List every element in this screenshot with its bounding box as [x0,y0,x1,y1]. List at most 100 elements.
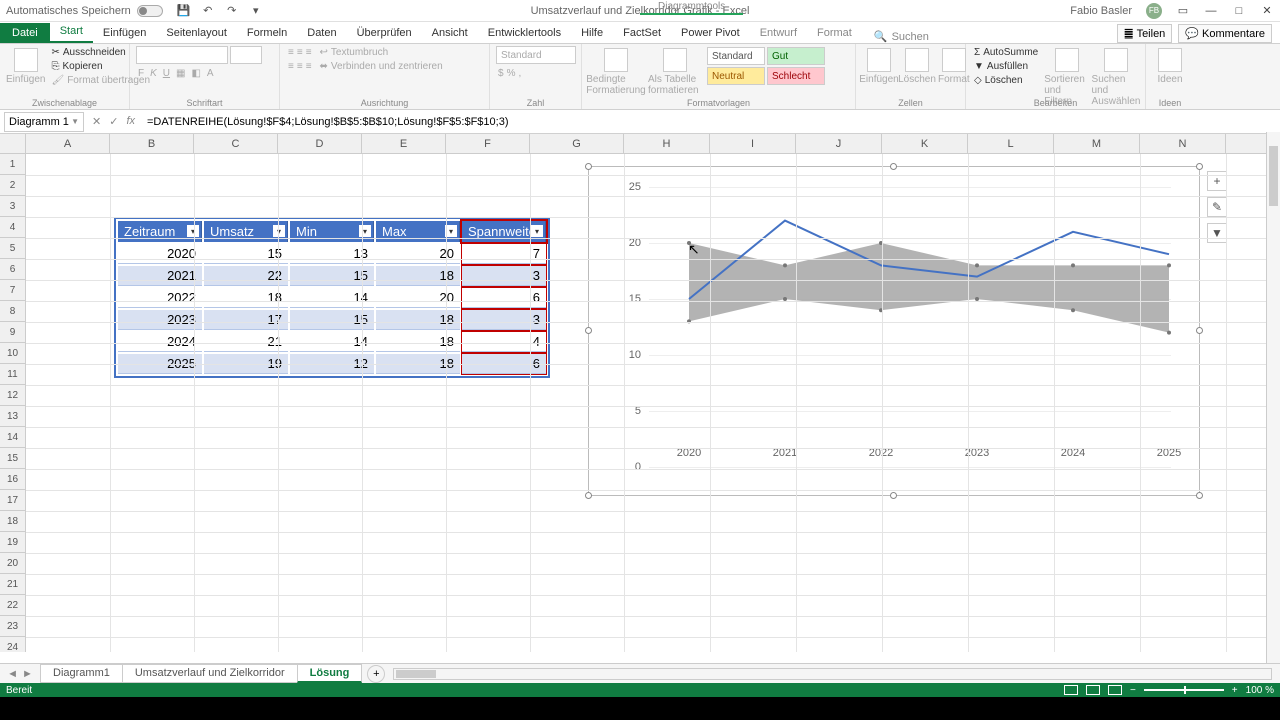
normal-view-button[interactable] [1064,685,1078,695]
page-layout-view-button[interactable] [1086,685,1100,695]
align-left-button[interactable]: ≡ [288,61,294,72]
clear-button[interactable]: ◇ Löschen [972,74,1040,87]
col-header-F[interactable]: F [446,134,530,153]
tab-format[interactable]: Format [807,23,862,43]
save-icon[interactable]: 💾 [177,4,191,18]
row-header-5[interactable]: 5 [0,238,26,259]
row-header-16[interactable]: 16 [0,469,26,490]
style-standard[interactable]: Standard [707,47,765,65]
enter-formula-icon[interactable]: ✓ [109,115,118,128]
worksheet-grid[interactable]: ABCDEFGHIJKLMN 1234567891011121314151617… [0,134,1280,652]
row-header-22[interactable]: 22 [0,595,26,616]
col-header-G[interactable]: G [530,134,624,153]
name-box[interactable]: Diagramm 1▼ [4,112,84,132]
share-button[interactable]: ䷀Teilen [1117,24,1173,43]
table-row[interactable]: 20231715183 [118,310,546,330]
row-header-1[interactable]: 1 [0,154,26,175]
underline-button[interactable]: U [163,68,170,79]
col-header-H[interactable]: H [624,134,710,153]
merge-center-button[interactable]: ⬌ Verbinden und zentrieren [318,60,445,73]
col-header-D[interactable]: D [278,134,362,153]
row-header-20[interactable]: 20 [0,553,26,574]
chart-corridor-area[interactable] [689,243,1169,333]
sheet-nav-prev-icon[interactable]: ◄ [7,668,18,680]
align-middle-button[interactable]: ≡ [297,47,303,58]
number-format-combo[interactable]: Standard [496,46,576,64]
col-header-M[interactable]: M [1054,134,1140,153]
redo-icon[interactable]: ↷ [225,4,239,18]
row-header-14[interactable]: 14 [0,427,26,448]
row-header-9[interactable]: 9 [0,322,26,343]
sheet-tab[interactable]: Diagramm1 [40,664,123,683]
row-header-13[interactable]: 13 [0,406,26,427]
currency-button[interactable]: $ [498,68,504,79]
ribbon-options-icon[interactable]: ▭ [1176,4,1190,18]
format-cells-button[interactable]: Format [938,46,970,85]
table-row[interactable]: 20221814206 [118,288,546,308]
row-header-18[interactable]: 18 [0,511,26,532]
tab-ansicht[interactable]: Ansicht [422,23,478,43]
col-header-N[interactable]: N [1140,134,1226,153]
tab-seitenlayout[interactable]: Seitenlayout [156,23,237,43]
tab-factset[interactable]: FactSet [613,23,671,43]
tab-einfuegen[interactable]: Einfügen [93,23,156,43]
autosum-button[interactable]: Σ AutoSumme [972,46,1040,59]
align-bottom-button[interactable]: ≡ [306,47,312,58]
row-header-8[interactable]: 8 [0,301,26,322]
tab-entwurf[interactable]: Entwurf [750,23,807,43]
zoom-in-button[interactable]: + [1232,685,1238,696]
row-header-3[interactable]: 3 [0,196,26,217]
wrap-text-button[interactable]: ↩ Textumbruch [318,46,445,59]
qat-customize-icon[interactable]: ▾ [249,4,263,18]
comments-button[interactable]: 💬Kommentare [1178,24,1272,43]
row-header-24[interactable]: 24 [0,637,26,652]
col-header-L[interactable]: L [968,134,1054,153]
chart-elements-button[interactable]: + [1207,171,1227,191]
tab-ueberpruefen[interactable]: Überprüfen [347,23,422,43]
zoom-slider[interactable] [1144,689,1224,691]
col-header-J[interactable]: J [796,134,882,153]
col-header-E[interactable]: E [362,134,446,153]
tell-me-search[interactable]: 🔍 Suchen [874,30,929,43]
chart-object[interactable]: + ✎ ▼ 0510152025202020212022202320242025 [588,166,1200,496]
chart-styles-button[interactable]: ✎ [1207,197,1227,217]
italic-button[interactable]: K [150,68,157,79]
border-button[interactable]: ▦ [176,68,185,79]
align-top-button[interactable]: ≡ [288,47,294,58]
minimize-icon[interactable]: — [1204,4,1218,18]
select-all-cell[interactable] [0,134,26,153]
vertical-scrollbar[interactable] [1266,132,1280,663]
fill-color-button[interactable]: ◧ [191,68,200,79]
col-header-C[interactable]: C [194,134,278,153]
table-row[interactable]: 20212215183 [118,266,546,286]
cancel-formula-icon[interactable]: ✕ [92,115,101,128]
col-header-A[interactable]: A [26,134,110,153]
row-header-21[interactable]: 21 [0,574,26,595]
row-header-6[interactable]: 6 [0,259,26,280]
fill-button[interactable]: ▼ Ausfüllen [972,60,1040,73]
row-header-11[interactable]: 11 [0,364,26,385]
table-row[interactable]: 20242114184 [118,332,546,352]
row-header-2[interactable]: 2 [0,175,26,196]
row-header-10[interactable]: 10 [0,343,26,364]
table-row[interactable]: 20201513207 [118,244,546,264]
conditional-formatting-button[interactable]: Bedingte Formatierung [588,46,644,96]
autosave-toggle[interactable] [137,5,163,17]
col-header-I[interactable]: I [710,134,796,153]
add-sheet-button[interactable]: + [367,665,385,683]
tab-daten[interactable]: Daten [297,23,346,43]
tab-powerpivot[interactable]: Power Pivot [671,23,750,43]
row-header-17[interactable]: 17 [0,490,26,511]
font-name-combo[interactable] [136,46,228,64]
col-header-K[interactable]: K [882,134,968,153]
delete-cells-button[interactable]: Löschen [900,46,934,85]
row-header-4[interactable]: 4 [0,217,26,238]
tab-hilfe[interactable]: Hilfe [571,23,613,43]
chart-filter-button[interactable]: ▼ [1207,223,1227,243]
sheet-tab[interactable]: Lösung [297,664,363,683]
style-gut[interactable]: Gut [767,47,825,65]
bold-button[interactable]: F [138,68,144,79]
account-name[interactable]: Fabio Basler [1070,5,1132,17]
font-color-button[interactable]: A [207,68,214,79]
zoom-level[interactable]: 100 % [1246,685,1274,696]
